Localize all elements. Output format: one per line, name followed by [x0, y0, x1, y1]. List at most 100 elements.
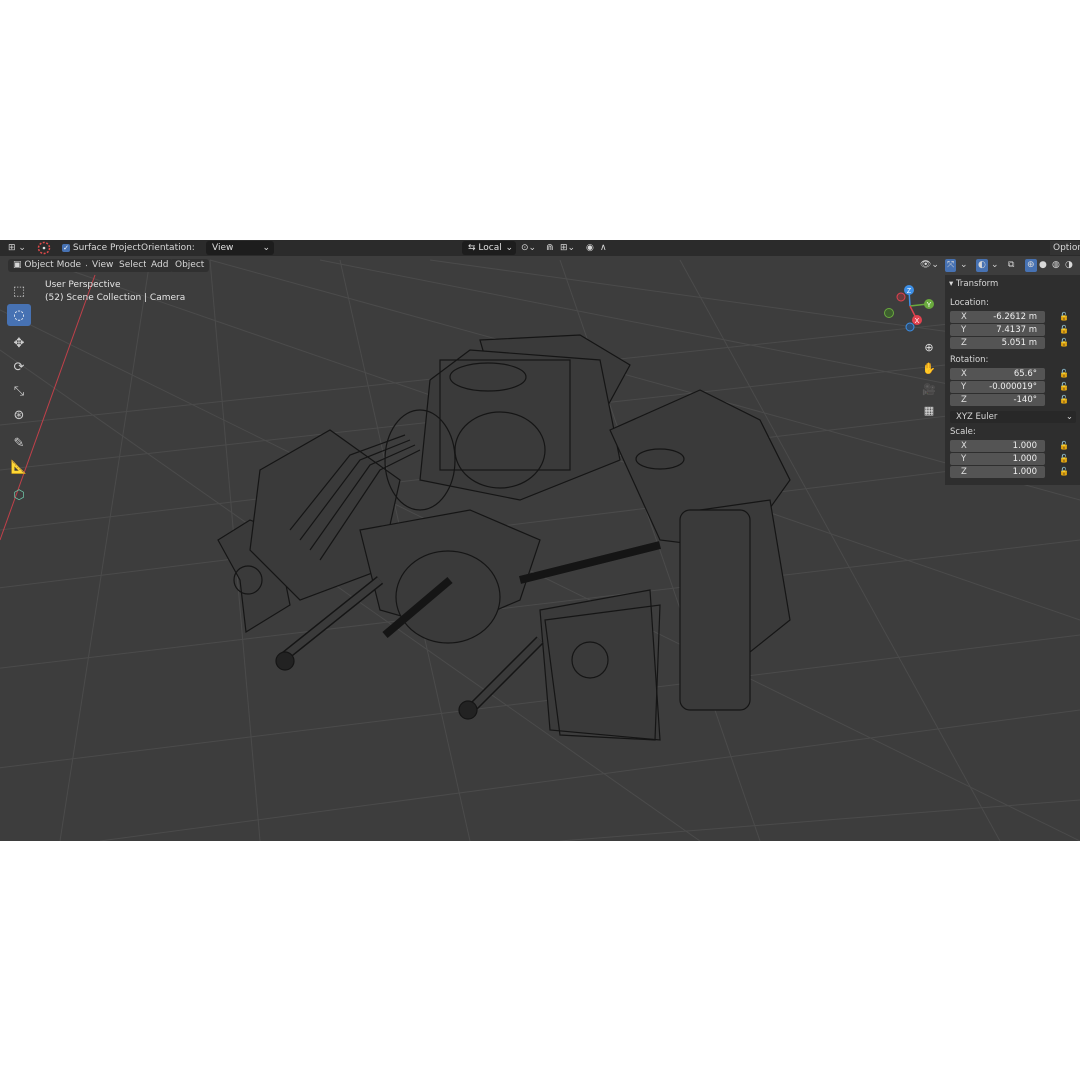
rotation-label: Rotation: [950, 355, 989, 365]
surface-project-checkbox[interactable]: ✓ Surface Project [62, 241, 141, 255]
rendered-shading-icon[interactable]: ◑ [1065, 259, 1073, 272]
annotate-icon[interactable]: ✎ [7, 432, 31, 454]
pivot-value: Local [478, 243, 502, 253]
gizmo-z-label: Z [907, 288, 912, 295]
transform-pivot-dropdown[interactable]: ⇆ Local ⌄ [462, 241, 516, 255]
camera-view-icon[interactable]: 🎥 [920, 380, 938, 398]
material-shading-icon[interactable]: ◍ [1052, 259, 1060, 272]
blender-viewport[interactable]: ⊞ ⌄ ✓ Surface Project Orientation: View … [0, 240, 1080, 841]
rotation-y-field[interactable]: Y -0.000019° [950, 381, 1045, 393]
snap-target-icon[interactable]: ⊞⌄ [560, 241, 575, 255]
snap-magnet-icon[interactable]: ⋒ [546, 241, 554, 255]
location-y-value: 7.4137 m [996, 325, 1037, 335]
rotation-mode-dropdown[interactable]: XYZ Euler ⌄ [950, 411, 1076, 423]
gizmo-neg-z-handle [905, 322, 915, 332]
gizmo-toggle-icon[interactable]: ⤧ [945, 259, 957, 272]
scale-y-field[interactable]: Y 1.000 [950, 453, 1045, 465]
transform-panel-header[interactable]: ▾ Transform [949, 277, 998, 291]
gizmo-neg-x-handle [896, 292, 906, 302]
chevron-down-icon: ⌄ [1065, 412, 1073, 422]
lock-icon[interactable]: 🔓 [1059, 454, 1069, 464]
chevron-down-icon: ⌄ [505, 243, 513, 253]
location-y-field[interactable]: Y 7.4137 m [950, 324, 1045, 336]
axis-label: Z [961, 395, 967, 405]
navigation-gizmo[interactable]: Z Y X [882, 284, 942, 334]
solid-shading-icon[interactable]: ● [1039, 259, 1047, 272]
axis-label: Z [961, 338, 967, 348]
scene-collection-label: (52) Scene Collection | Camera [45, 293, 186, 303]
proportional-edit-icon[interactable]: ◉ [586, 241, 594, 255]
scale-label: Scale: [950, 427, 976, 437]
scale-x-field[interactable]: X 1.000 [950, 440, 1045, 452]
checkbox-check-icon: ✓ [62, 243, 70, 252]
add-cube-icon[interactable]: ⬡ [7, 484, 31, 506]
scale-z-field[interactable]: Z 1.000 [950, 466, 1045, 478]
object-mode-label: Object Mode [24, 260, 82, 270]
lock-icon[interactable]: 🔓 [1059, 441, 1069, 451]
rotation-x-field[interactable]: X 65.6° [950, 368, 1045, 380]
xray-icon[interactable]: ⧉ [1008, 259, 1014, 272]
axis-label: Z [961, 467, 967, 477]
transform-title: Transform [955, 279, 999, 289]
menu-object[interactable]: Object [170, 259, 210, 272]
gizmo-y-label: Y [927, 302, 932, 309]
rotation-x-value: 65.6° [1013, 369, 1037, 379]
zoom-icon[interactable]: ⊕ [920, 338, 938, 356]
options-button[interactable]: Options [1050, 241, 1080, 255]
axis-label: Y [961, 454, 967, 464]
gizmo-neg-y-handle [884, 308, 894, 318]
gizmo-x-label: X [915, 318, 920, 325]
axis-label: X [961, 441, 967, 451]
rotation-z-field[interactable]: Z -140° [950, 394, 1045, 406]
lock-icon[interactable]: 🔓 [1059, 467, 1069, 477]
falloff-icon[interactable]: ∧ [600, 241, 607, 255]
chevron-down-icon[interactable]: ⌄ [960, 259, 968, 272]
location-label: Location: [950, 298, 989, 308]
chevron-down-icon: ⌄ [262, 243, 270, 253]
location-x-field[interactable]: X -6.2612 m [950, 311, 1045, 323]
orientation-label: Orientation: [141, 243, 195, 253]
overlays-icon[interactable]: ◐ [976, 259, 988, 272]
location-z-value: 5.051 m [1001, 338, 1037, 348]
tool-cursor-icon[interactable] [36, 241, 52, 255]
axis-label: Y [961, 382, 967, 392]
transform-icon[interactable]: ⊛ [7, 404, 31, 426]
object-mode-icon: ▣ [13, 260, 22, 270]
axis-label: Y [961, 325, 967, 335]
orientation-value: View [212, 243, 234, 253]
lock-icon[interactable]: 🔓 [1059, 382, 1069, 392]
editor-type-icon[interactable]: ⊞ ⌄ [8, 241, 26, 255]
chevron-down-icon[interactable]: ⌄ [991, 259, 999, 272]
scale-x-value: 1.000 [1012, 441, 1037, 451]
axis-label: X [961, 369, 967, 379]
transform-panel: ▾ Transform Location: X -6.2612 m 🔓 Y 7.… [945, 275, 1080, 485]
rotation-y-value: -0.000019° [989, 382, 1037, 392]
location-z-field[interactable]: Z 5.051 m [950, 337, 1045, 349]
tool-shelf: ⬚ ◌ ✥ ⟳ ⤡ ⊛ ✎ 📐 ⬡ [7, 280, 34, 508]
scale-z-value: 1.000 [1012, 467, 1037, 477]
scale-y-value: 1.000 [1012, 454, 1037, 464]
object-mode-dropdown[interactable]: ▣ Object Mode ⌄ [8, 259, 97, 272]
wireframe-model [217, 334, 791, 741]
pivot-point-icon[interactable]: ⊙⌄ [521, 241, 536, 255]
scale-icon[interactable]: ⤡ [7, 380, 31, 402]
orientation-axes-icon: ⇆ [468, 243, 476, 253]
wireframe-shading-icon[interactable]: ⊕ [1025, 259, 1037, 272]
collapse-arrow-icon: ▾ [949, 279, 954, 289]
select-box-icon[interactable]: ⬚ [7, 280, 31, 302]
lock-icon[interactable]: 🔓 [1059, 325, 1069, 335]
visibility-icon[interactable]: 👁⌄ [920, 259, 939, 272]
pan-hand-icon[interactable]: ✋ [920, 359, 938, 377]
grid-view-icon[interactable]: ▦ [920, 401, 938, 419]
cursor-tool-icon[interactable]: ◌ [7, 304, 31, 326]
location-x-value: -6.2612 m [993, 312, 1037, 322]
rotate-icon[interactable]: ⟳ [7, 356, 31, 378]
lock-icon[interactable]: 🔓 [1059, 312, 1069, 322]
lock-icon[interactable]: 🔓 [1059, 338, 1069, 348]
orientation-dropdown[interactable]: View ⌄ [206, 241, 274, 255]
view-perspective-label: User Perspective [45, 280, 121, 290]
move-icon[interactable]: ✥ [7, 332, 31, 354]
lock-icon[interactable]: 🔓 [1059, 369, 1069, 379]
lock-icon[interactable]: 🔓 [1059, 395, 1069, 405]
measure-icon[interactable]: 📐 [7, 456, 31, 478]
